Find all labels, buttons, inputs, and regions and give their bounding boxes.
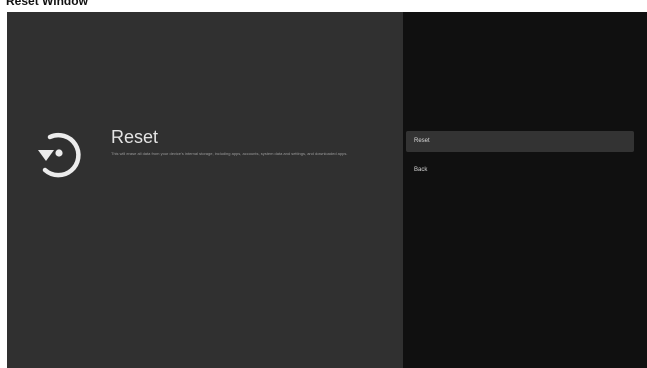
page-description: This will erase all data from your devic… xyxy=(111,151,348,156)
info-panel xyxy=(7,12,403,368)
options-panel xyxy=(403,12,647,368)
tv-settings-screen xyxy=(7,12,647,368)
screenshot-caption: Reset Window xyxy=(6,0,88,8)
reset-option[interactable]: Reset xyxy=(406,131,634,152)
page-title: Reset xyxy=(111,127,159,147)
back-option[interactable]: Back xyxy=(406,160,634,181)
reset-icon xyxy=(28,122,90,184)
